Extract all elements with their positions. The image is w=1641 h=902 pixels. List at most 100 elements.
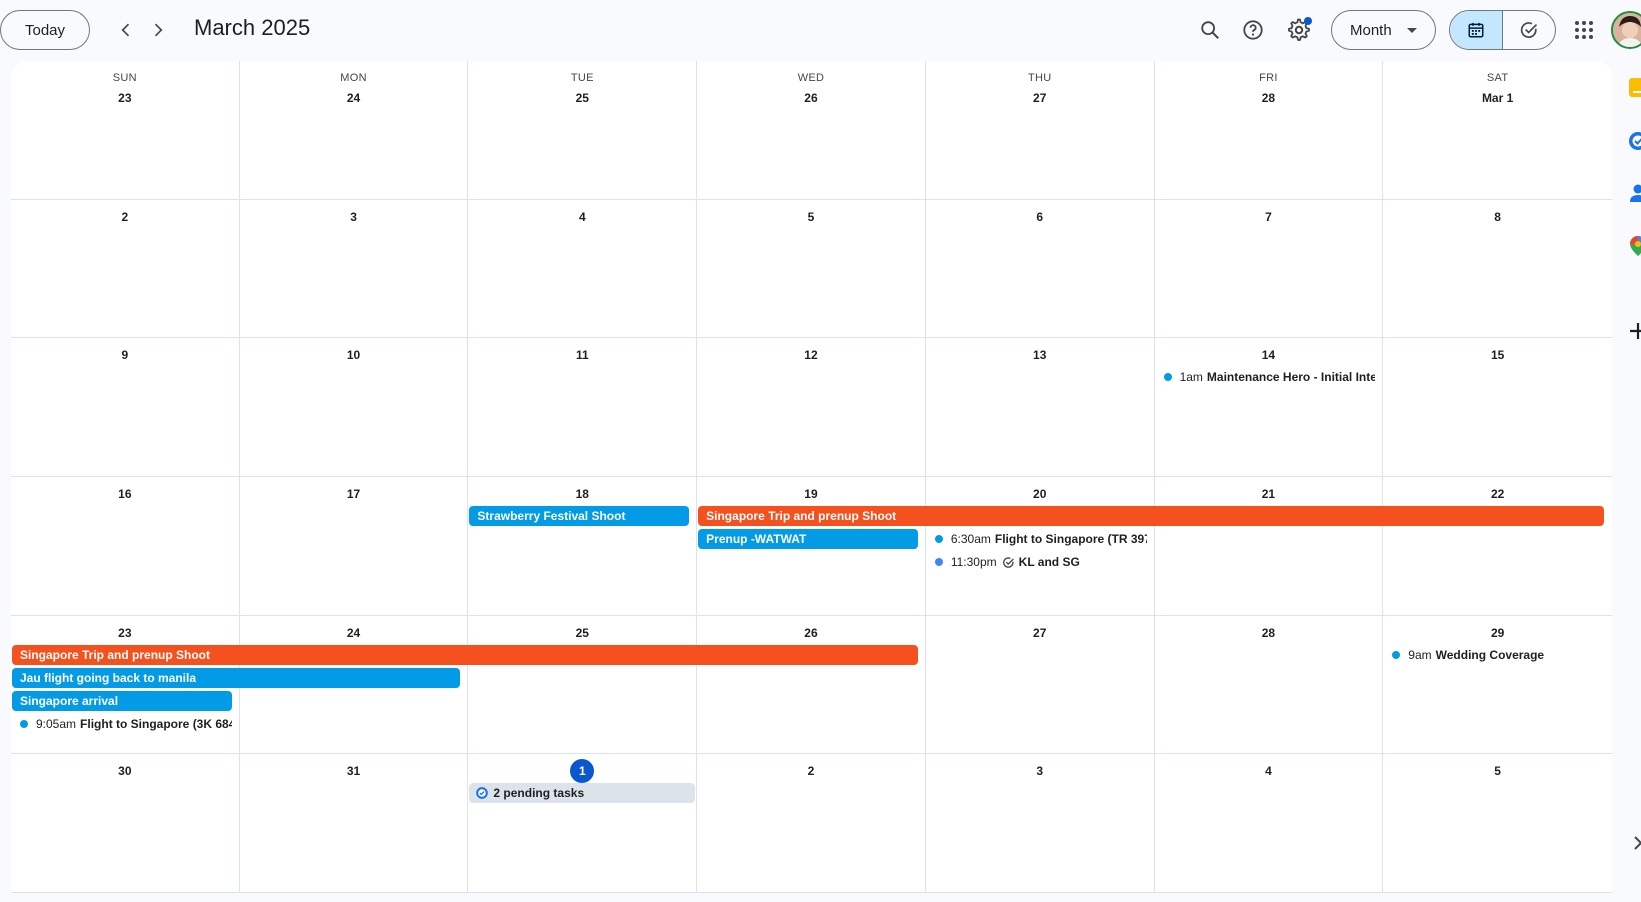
day-number[interactable]: 16 (113, 482, 137, 506)
day-cell[interactable]: FRI 28 (1154, 61, 1384, 200)
day-number[interactable]: 14 (1256, 343, 1280, 367)
day-cell[interactable]: 1 (468, 754, 698, 893)
pending-tasks-chip[interactable]: 2 pending tasks (469, 783, 696, 804)
day-cell[interactable]: SAT Mar 1 (1383, 61, 1612, 200)
day-number[interactable]: 2 (113, 205, 137, 229)
help-button[interactable] (1233, 10, 1273, 50)
day-number[interactable]: 28 (1256, 86, 1280, 110)
all-day-event-chip[interactable]: Jau flight going back to manila (12, 667, 461, 688)
day-cell[interactable]: 11 (468, 338, 698, 477)
day-cell[interactable]: 27 (925, 615, 1155, 755)
day-number[interactable]: 20 (1028, 482, 1052, 506)
day-number[interactable]: 6 (1028, 205, 1052, 229)
all-day-event-chip[interactable]: Strawberry Festival Shoot (469, 506, 690, 526)
day-number[interactable]: 12 (799, 343, 823, 367)
contacts-icon[interactable] (1627, 182, 1641, 204)
day-cell[interactable]: 13 (925, 338, 1155, 477)
day-number[interactable]: 26 (799, 621, 823, 645)
all-day-event-chip[interactable]: Singapore arrival (12, 690, 232, 711)
day-cell[interactable]: 3 (239, 199, 469, 339)
day-number[interactable]: 28 (1256, 621, 1280, 645)
day-cell[interactable]: SUN 23 (11, 61, 240, 200)
day-number[interactable]: 23 (113, 86, 137, 110)
day-number[interactable]: 2 (799, 759, 823, 783)
add-icon[interactable] (1627, 320, 1641, 342)
day-number[interactable]: 22 (1486, 482, 1510, 506)
day-cell[interactable]: 10 (239, 338, 469, 477)
day-number[interactable]: 9 (113, 343, 137, 367)
day-number[interactable]: 17 (342, 482, 366, 506)
day-number[interactable]: 25 (570, 621, 594, 645)
day-number[interactable]: 30 (113, 759, 137, 783)
day-number[interactable]: 10 (342, 343, 366, 367)
day-number[interactable]: 15 (1486, 343, 1510, 367)
day-cell[interactable]: 31 (239, 754, 469, 893)
day-cell[interactable]: 9 (11, 338, 240, 477)
day-cell[interactable]: 21 (1154, 477, 1384, 616)
day-cell[interactable]: 3 (925, 754, 1155, 893)
day-cell[interactable]: 29 (1383, 616, 1612, 755)
day-cell[interactable]: 25 (468, 615, 698, 755)
day-number[interactable]: 31 (342, 759, 366, 783)
day-number[interactable]: 29 (1486, 621, 1510, 645)
all-day-event-chip[interactable]: Singapore Trip and prenup Shoot (698, 506, 1604, 526)
day-cell[interactable]: 2 (11, 199, 240, 339)
timed-event[interactable]: 9:05am Flight to Singapore (3K 684 (12, 714, 232, 734)
view-switcher-dropdown[interactable]: Month (1331, 10, 1436, 50)
day-number[interactable]: 27 (1028, 86, 1052, 110)
previous-period-button[interactable] (110, 14, 142, 46)
day-cell[interactable]: 16 (11, 477, 240, 616)
account-avatar[interactable] (1611, 11, 1641, 49)
timed-event[interactable]: 1amMaintenance Hero - Initial Interview (1156, 367, 1375, 387)
day-cell[interactable]: 4 (468, 199, 698, 339)
day-cell[interactable]: 5 (697, 199, 926, 339)
day-number[interactable]: 8 (1486, 205, 1510, 229)
google-apps-button[interactable] (1564, 10, 1604, 50)
day-number[interactable]: 4 (1256, 759, 1280, 783)
day-number[interactable]: 5 (799, 205, 823, 229)
day-number[interactable]: 21 (1256, 482, 1280, 506)
day-cell[interactable]: 22 (1383, 477, 1612, 616)
settings-button[interactable] (1279, 10, 1319, 50)
day-number[interactable]: 5 (1486, 759, 1510, 783)
calendar-view-toggle[interactable] (1450, 11, 1503, 49)
day-cell[interactable]: WED 26 (697, 61, 926, 200)
day-cell[interactable]: 6 (925, 199, 1155, 339)
day-cell[interactable]: 12 (697, 338, 926, 477)
day-number[interactable]: 19 (799, 482, 823, 506)
day-cell[interactable]: 8 (1383, 200, 1612, 339)
day-cell[interactable]: MON 24 (239, 61, 469, 200)
day-number[interactable]: 23 (113, 621, 137, 645)
day-cell[interactable]: 26 (697, 615, 926, 755)
day-number[interactable]: 13 (1028, 343, 1052, 367)
next-period-button[interactable] (142, 14, 174, 46)
day-cell[interactable]: 28 (1154, 615, 1384, 755)
day-number[interactable]: 18 (570, 482, 594, 506)
day-cell[interactable]: 30 (11, 754, 240, 893)
day-number[interactable]: 3 (342, 205, 366, 229)
day-number[interactable]: 4 (570, 205, 594, 229)
day-cell[interactable]: 15 (1383, 338, 1612, 477)
day-number[interactable]: 24 (342, 86, 366, 110)
today-button[interactable]: Today (0, 10, 90, 50)
day-cell[interactable]: 7 (1154, 199, 1384, 339)
day-cell[interactable]: THU 27 (925, 61, 1155, 200)
all-day-event-chip[interactable]: Prenup -WATWAT (698, 529, 918, 549)
tasks-view-toggle[interactable] (1503, 11, 1555, 49)
day-cell[interactable]: 5 (1383, 754, 1612, 893)
day-cell[interactable]: 18 (468, 477, 698, 616)
day-number[interactable]: 7 (1256, 205, 1280, 229)
day-number[interactable]: 25 (570, 86, 594, 110)
maps-icon[interactable] (1627, 235, 1641, 257)
expand-icon[interactable] (1627, 832, 1641, 854)
day-number[interactable]: 24 (342, 621, 366, 645)
timed-event[interactable]: 9am Wedding Coverage (1384, 645, 1604, 665)
search-button[interactable] (1190, 10, 1230, 50)
keep-icon[interactable] (1627, 77, 1641, 99)
tasks-icon[interactable] (1627, 130, 1641, 152)
day-cell[interactable]: 17 (239, 477, 469, 616)
timed-event[interactable]: 6:30am Flight to Singapore (TR 397 (927, 529, 1147, 549)
all-day-event-chip[interactable]: Singapore Trip and prenup Shoot (12, 644, 918, 665)
day-cell[interactable]: 14 (1154, 338, 1384, 477)
day-number[interactable]: 3 (1028, 759, 1052, 783)
